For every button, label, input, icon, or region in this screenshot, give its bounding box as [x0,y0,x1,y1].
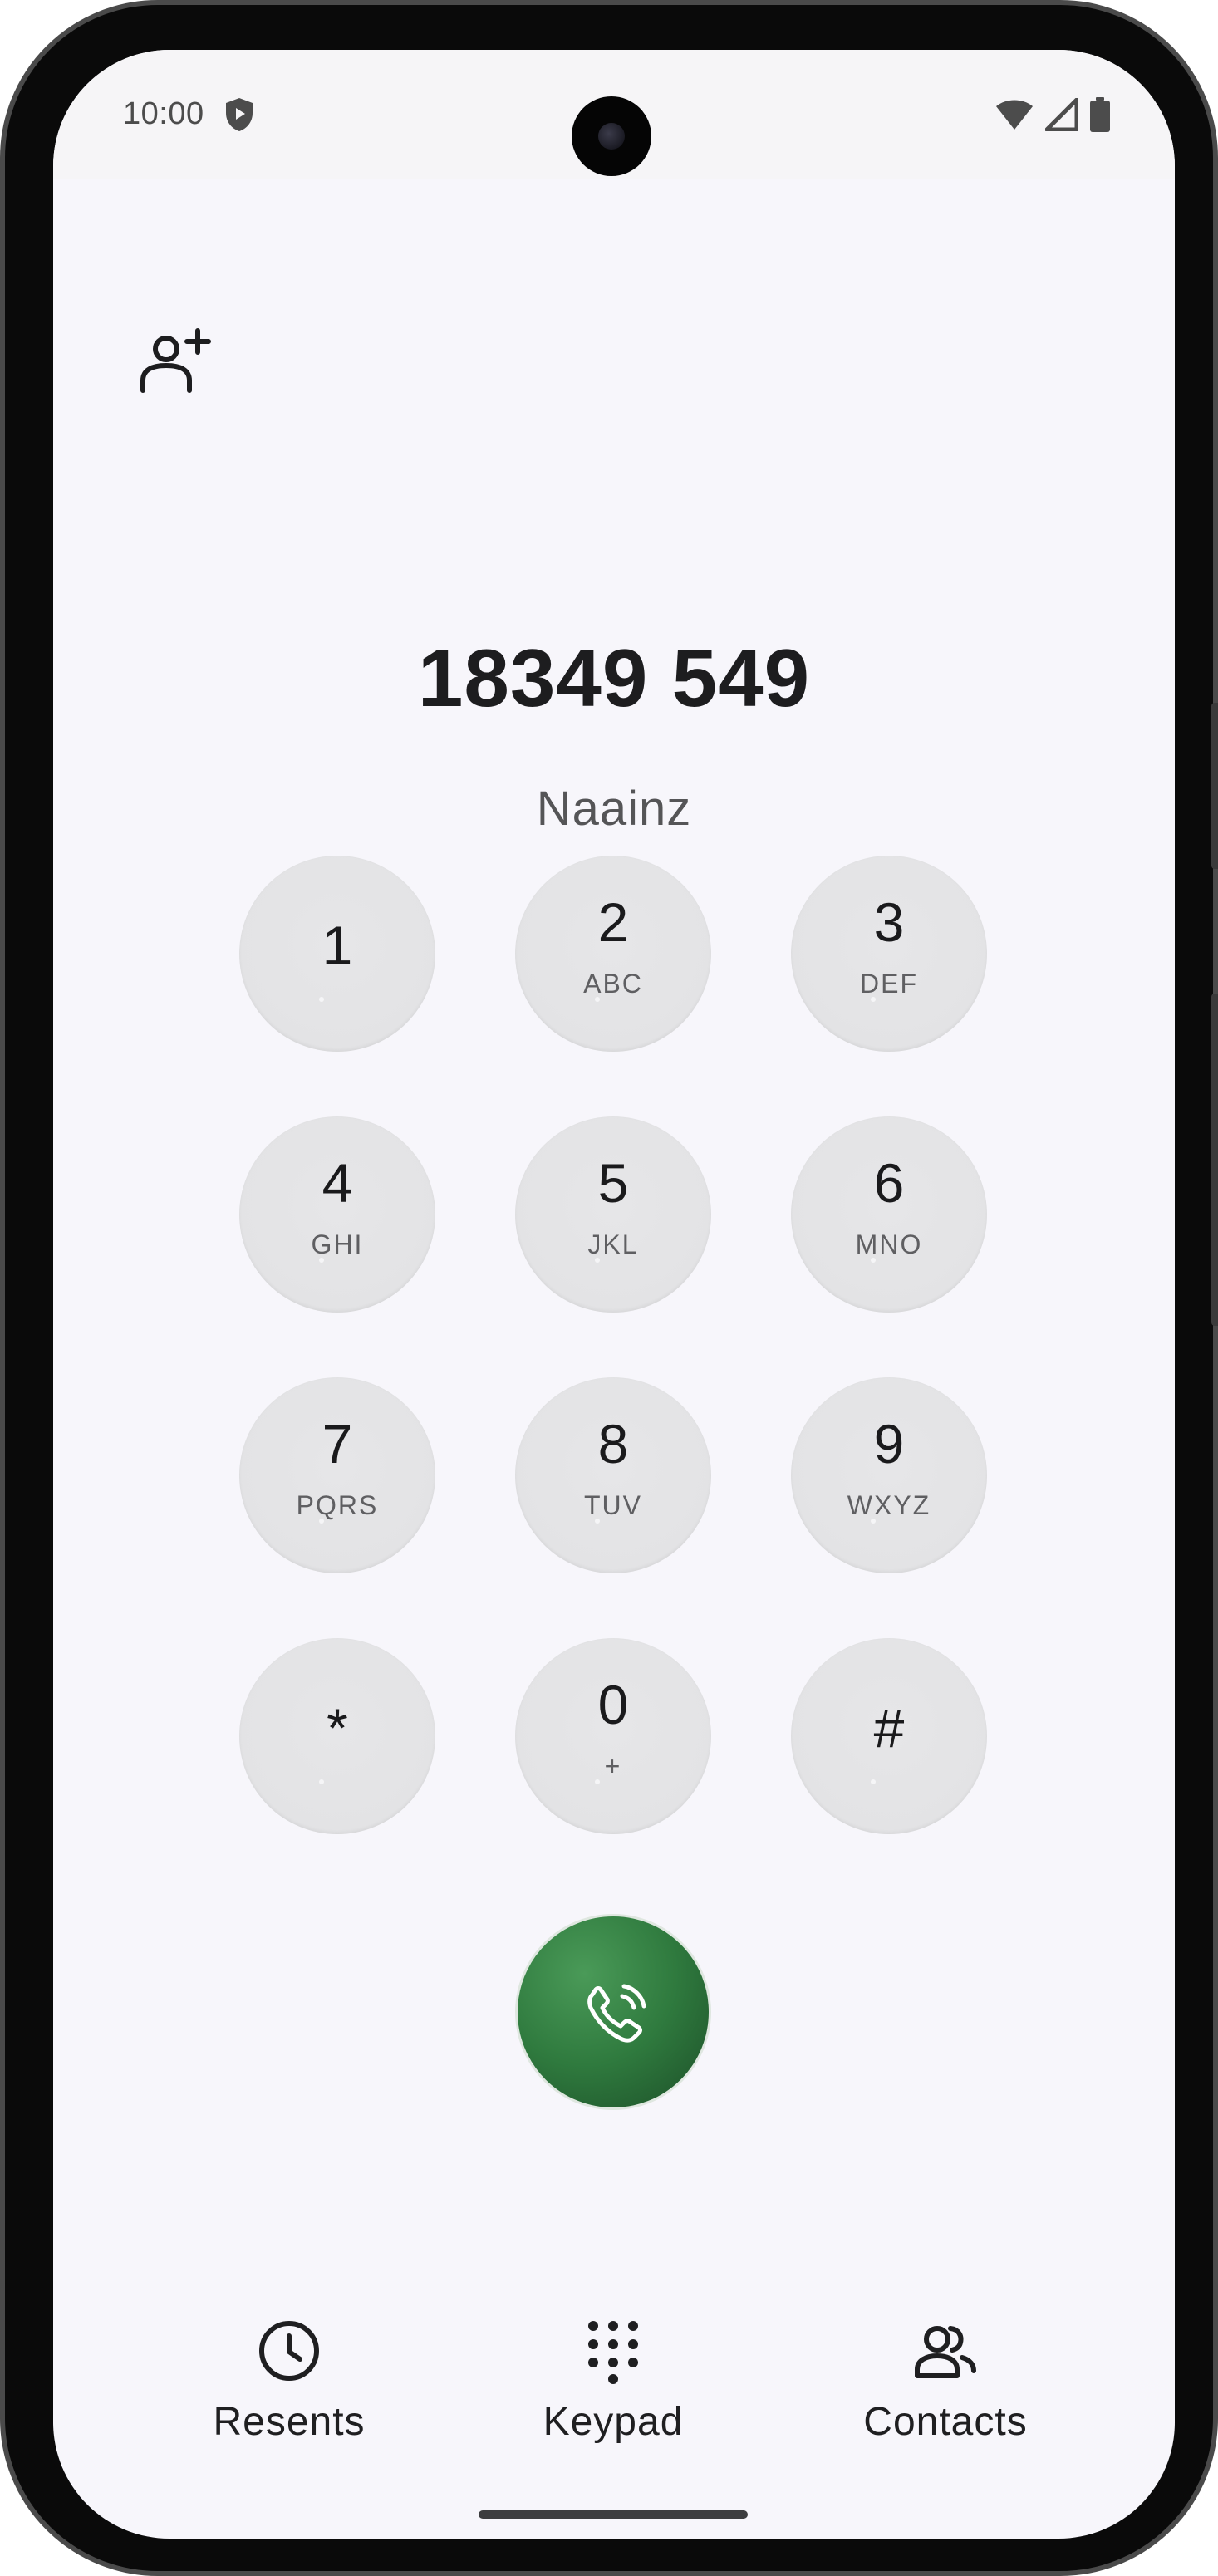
key-0[interactable]: 0 + [515,1638,711,1834]
side-button-upper [1211,703,1218,869]
key-dot [871,1519,876,1524]
phone-frame: 10:00 18349 549 Naainz 1 2 ABC 3 DEF 4 G… [0,0,1218,2576]
key-hash[interactable]: # [791,1638,987,1834]
dialpad: 1 2 ABC 3 DEF 4 GHI 5 JKL 6 MNO 7 PQRS 8… [53,50,1175,2539]
key-letters: GHI [311,1229,364,1259]
key-dot [319,1779,324,1784]
key-dot [595,1779,600,1784]
key-7[interactable]: 7 PQRS [239,1377,435,1573]
key-digit: 7 [322,1413,353,1474]
key-digit: 4 [322,1152,353,1214]
key-dot [871,997,876,1002]
nav-label: Keypad [543,2400,684,2444]
key-digit: 3 [873,891,905,953]
key-2[interactable]: 2 ABC [515,856,711,1052]
key-dot [871,1779,876,1784]
nav-label: Contacts [863,2400,1028,2444]
key-star[interactable]: * [239,1638,435,1834]
key-letters: WXYZ [847,1490,931,1520]
key-dot [595,997,600,1002]
key-digit: 6 [873,1152,905,1214]
dialpad-icon [588,2321,638,2384]
nav-label: Resents [213,2400,366,2444]
key-9[interactable]: 9 WXYZ [791,1377,987,1573]
key-1[interactable]: 1 [239,856,435,1052]
bottom-nav: Resents Keypad Contacts [53,2318,1175,2459]
key-5[interactable]: 5 JKL [515,1116,711,1313]
home-indicator[interactable] [479,2510,748,2519]
key-digit: 9 [873,1413,905,1474]
key-4[interactable]: 4 GHI [239,1116,435,1313]
nav-contacts[interactable]: Contacts [821,2318,1070,2445]
key-8[interactable]: 8 TUV [515,1377,711,1573]
contacts-icon [915,2326,976,2378]
nav-recents[interactable]: Resents [165,2318,414,2445]
side-button-lower [1211,994,1218,1326]
key-3[interactable]: 3 DEF [791,856,987,1052]
key-digit: 8 [597,1413,629,1474]
key-digit: 1 [322,915,353,976]
key-digit: * [327,1697,348,1759]
key-digit: 0 [597,1674,629,1735]
key-6[interactable]: 6 MNO [791,1116,987,1313]
key-dot [595,1519,600,1524]
phone-call-icon [587,1984,646,2043]
key-letters: + [604,1751,622,1781]
key-dot [319,997,324,1002]
key-letters: JKL [587,1229,639,1259]
key-dot [595,1258,600,1263]
key-dot [871,1258,876,1263]
key-dot [319,1519,324,1524]
call-button[interactable] [515,1914,711,2110]
key-letters: DEF [860,969,918,999]
key-digit: 5 [597,1152,629,1214]
key-digit: 2 [597,891,629,953]
key-dot [319,1258,324,1263]
screen: 10:00 18349 549 Naainz 1 2 ABC 3 DEF 4 G… [53,50,1175,2539]
key-letters: MNO [855,1229,923,1259]
key-letters: PQRS [296,1490,379,1520]
nav-keypad[interactable]: Keypad [489,2318,738,2445]
key-letters: ABC [583,969,643,999]
clock-icon [259,2321,319,2381]
key-letters: TUV [584,1490,642,1520]
key-digit: # [873,1697,905,1759]
